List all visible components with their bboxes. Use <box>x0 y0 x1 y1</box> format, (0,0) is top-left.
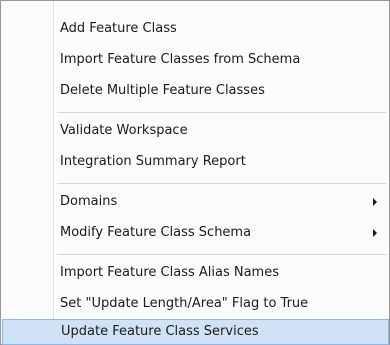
menu-item-label: Domains <box>60 194 118 209</box>
menu-item-label: Delete Multiple Feature Classes <box>60 83 265 98</box>
menu-item-import-feature-class-alias-names[interactable]: Import Feature Class Alias Names <box>1 258 389 288</box>
menu-item-label: Integration Summary Report <box>60 154 246 169</box>
context-menu: Add Feature Class Import Feature Classes… <box>0 0 390 345</box>
menu-item-import-feature-classes-from-schema[interactable]: Import Feature Classes from Schema <box>1 45 389 75</box>
menu-separator <box>57 254 387 255</box>
menu-item-set-update-length-area-flag[interactable]: Set "Update Length/Area" Flag to True <box>1 289 389 319</box>
menu-item-validate-workspace[interactable]: Validate Workspace <box>1 116 389 146</box>
submenu-arrow-icon <box>373 229 377 237</box>
menu-item-label: Import Feature Class Alias Names <box>60 265 279 280</box>
menu-separator <box>57 112 387 113</box>
submenu-arrow-icon <box>373 198 377 206</box>
menu-item-label: Modify Feature Class Schema <box>60 225 252 240</box>
menu-separator <box>57 183 387 184</box>
menu-item-label: Update Feature Class Services <box>61 324 259 339</box>
menu-item-label: Add Feature Class <box>60 21 177 36</box>
menu-item-add-feature-class[interactable]: Add Feature Class <box>1 14 389 44</box>
menu-item-label: Set "Update Length/Area" Flag to True <box>60 296 309 311</box>
menu-item-update-feature-class-services[interactable]: Update Feature Class Services <box>2 319 389 345</box>
menu-item-label: Import Feature Classes from Schema <box>60 52 301 67</box>
menu-item-integration-summary-report[interactable]: Integration Summary Report <box>1 147 389 177</box>
menu-item-delete-multiple-feature-classes[interactable]: Delete Multiple Feature Classes <box>1 76 389 106</box>
menu-item-domains[interactable]: Domains <box>1 187 389 217</box>
menu-item-label: Validate Workspace <box>60 123 188 138</box>
menu-item-modify-feature-class-schema[interactable]: Modify Feature Class Schema <box>1 218 389 248</box>
